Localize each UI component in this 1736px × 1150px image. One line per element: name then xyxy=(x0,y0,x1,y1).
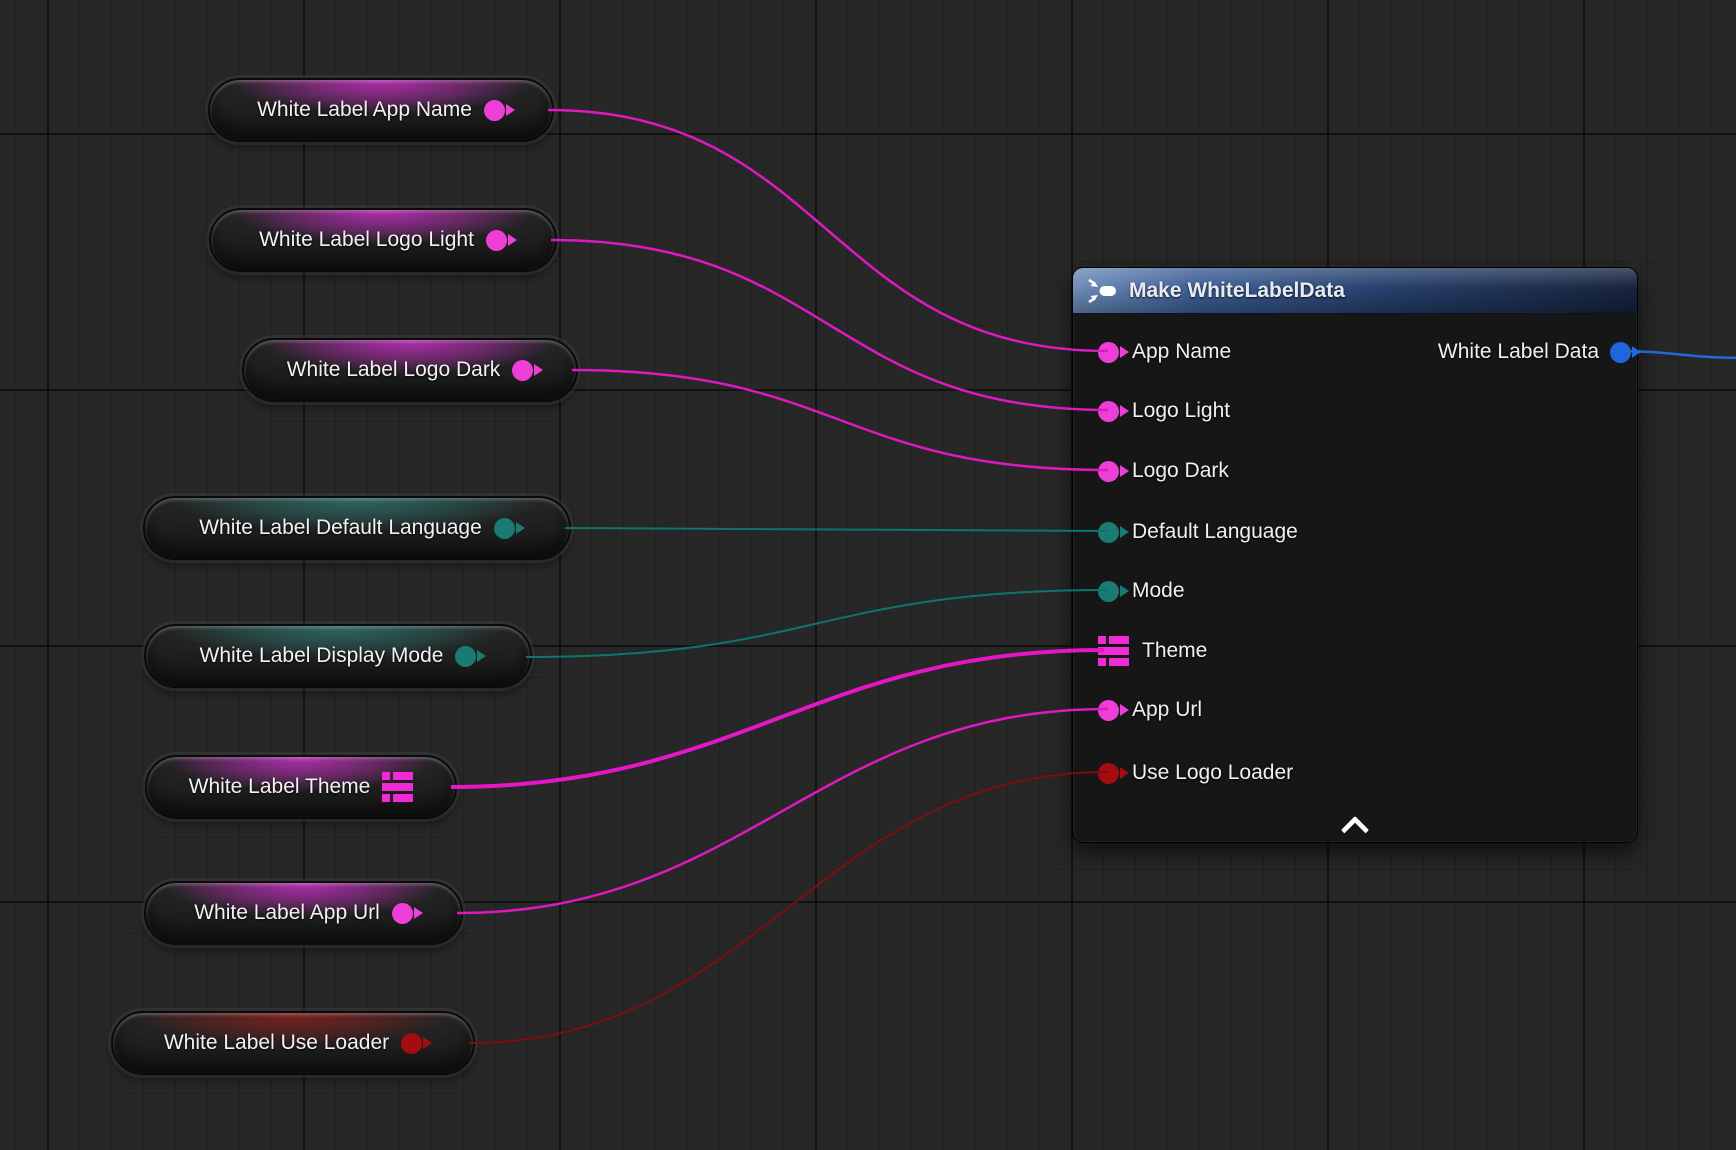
getter-node-white-label-app-url[interactable]: White Label App Url xyxy=(144,881,463,945)
getter-node-white-label-logo-dark[interactable]: White Label Logo Dark xyxy=(242,338,578,402)
getter-node-label: White Label Logo Light xyxy=(259,228,474,252)
struct-grid-cell xyxy=(1109,636,1129,644)
output-data-pin[interactable] xyxy=(392,903,413,924)
input-pin-row: Default Language xyxy=(1098,520,1298,544)
output-data-pin[interactable] xyxy=(455,646,476,667)
getter-node-label: White Label Display Mode xyxy=(200,644,444,668)
input-pin-row: Logo Light xyxy=(1098,399,1230,423)
input-pin-label: Mode xyxy=(1132,579,1185,603)
output-data-pin[interactable] xyxy=(484,100,505,121)
chevron-up-icon xyxy=(1341,816,1369,844)
input-pin-row: Logo Dark xyxy=(1098,459,1229,483)
input-pin-row: Mode xyxy=(1098,579,1185,603)
struct-grid-cell xyxy=(382,794,390,802)
input-pin-label: Logo Dark xyxy=(1132,459,1229,483)
struct-grid-cell xyxy=(382,783,413,791)
output-data-pin[interactable] xyxy=(494,518,515,539)
getter-node-white-label-logo-light[interactable]: White Label Logo Light xyxy=(209,208,557,272)
output-data-pin[interactable] xyxy=(401,1033,422,1054)
input-pin-label: Theme xyxy=(1142,639,1207,663)
getter-node-label: White Label Logo Dark xyxy=(287,358,501,382)
input-pin-row: App Url xyxy=(1098,698,1202,722)
input-pin-label: App Name xyxy=(1132,340,1231,364)
input-data-pin[interactable] xyxy=(1098,522,1119,543)
getter-node-label: White Label App Name xyxy=(257,98,472,122)
struct-grid-cell xyxy=(382,772,390,780)
output-data-pin[interactable] xyxy=(512,360,533,381)
wire-logo-light[interactable] xyxy=(551,240,1108,410)
input-pin-label: Logo Light xyxy=(1132,399,1230,423)
input-pin-label: App Url xyxy=(1132,698,1202,722)
output-data-pin[interactable] xyxy=(486,230,507,251)
input-pin-row: Theme xyxy=(1098,636,1207,666)
getter-node-white-label-app-name[interactable]: White Label App Name xyxy=(208,78,554,142)
output-pin-label: White Label Data xyxy=(1438,340,1599,364)
getter-node-label: White Label Theme xyxy=(189,775,371,799)
struct-grid-icon[interactable] xyxy=(382,772,413,802)
make-struct-node[interactable]: Make WhiteLabelData App Name Logo Light Lo… xyxy=(1072,267,1638,843)
struct-grid-cell xyxy=(1098,636,1106,644)
make-node-output-row: White Label Data xyxy=(1438,340,1631,364)
getter-node-label: White Label App Url xyxy=(194,901,380,925)
struct-grid-cell xyxy=(1098,658,1106,666)
make-struct-icon xyxy=(1087,278,1117,304)
make-node-title: Make WhiteLabelData xyxy=(1129,279,1345,303)
getter-node-label: White Label Use Loader xyxy=(164,1031,389,1055)
wire-display-mode[interactable] xyxy=(526,590,1108,657)
input-pin-row: App Name xyxy=(1098,340,1231,364)
wire-default-language[interactable] xyxy=(565,528,1108,531)
wire-logo-dark[interactable] xyxy=(572,370,1108,470)
getter-node-label: White Label Default Language xyxy=(199,516,482,540)
wire-app-url[interactable] xyxy=(457,709,1108,913)
input-pin-label: Default Language xyxy=(1132,520,1298,544)
blueprint-graph-canvas[interactable]: White Label App Name White Label Logo Lig… xyxy=(0,0,1736,1150)
wire-app-name[interactable] xyxy=(548,110,1108,351)
input-pin-label: Use Logo Loader xyxy=(1132,761,1293,785)
getter-node-white-label-use-loader[interactable]: White Label Use Loader xyxy=(111,1011,475,1075)
struct-grid-cell xyxy=(393,772,413,780)
getter-node-white-label-default-language[interactable]: White Label Default Language xyxy=(143,496,571,560)
collapse-button[interactable] xyxy=(1335,812,1375,836)
make-node-header[interactable]: Make WhiteLabelData xyxy=(1073,268,1637,314)
struct-grid-cell xyxy=(1109,658,1129,666)
input-pin-row: Use Logo Loader xyxy=(1098,761,1293,785)
getter-node-white-label-display-mode[interactable]: White Label Display Mode xyxy=(144,624,532,688)
wire-use-loader[interactable] xyxy=(469,772,1108,1043)
struct-grid-cell xyxy=(393,794,413,802)
getter-node-white-label-theme[interactable]: White Label Theme xyxy=(145,755,457,819)
